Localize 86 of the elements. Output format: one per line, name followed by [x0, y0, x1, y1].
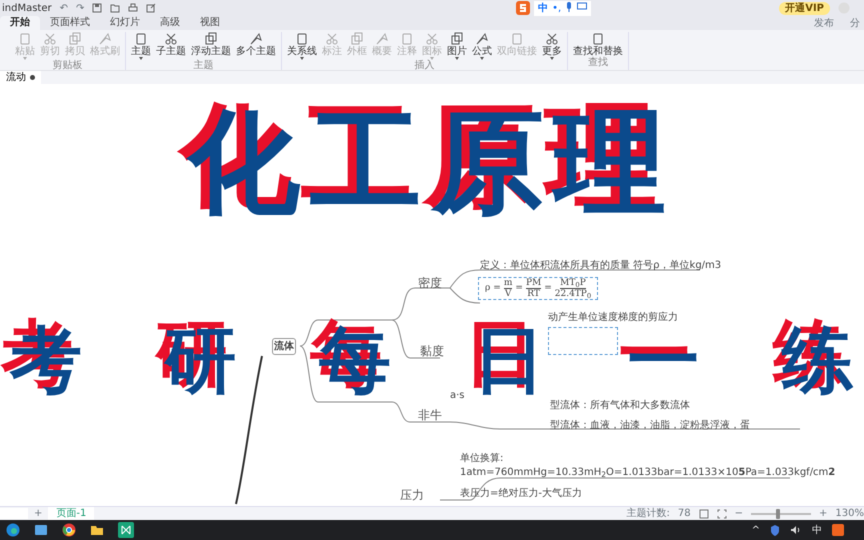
input-language[interactable]: 中	[812, 522, 822, 538]
browser-icon[interactable]	[62, 523, 76, 537]
shield-icon[interactable]	[770, 524, 780, 536]
branch-topic[interactable]: 压力	[400, 486, 424, 504]
redo-button[interactable]: ↷	[76, 0, 84, 16]
ribbon-tab[interactable]: 视图	[190, 16, 230, 30]
tray-expand-button[interactable]: ^	[752, 522, 760, 538]
ribbon-button[interactable]: 浮动主题	[189, 32, 233, 60]
subtopic-text[interactable]: 动产生单位速度梯度的剪应力	[548, 310, 678, 325]
share-button[interactable]: 分	[850, 16, 860, 30]
pen-icon	[375, 32, 389, 46]
scissors-icon	[545, 32, 559, 46]
group-label: 查找	[588, 57, 608, 68]
folder-icon[interactable]	[90, 523, 104, 537]
zoom-slider-thumb[interactable]	[776, 508, 780, 518]
pen-icon	[475, 32, 489, 46]
group-label: 插入	[414, 60, 434, 71]
ribbon-button[interactable]: 关系线	[285, 32, 319, 60]
clipboard-icon	[510, 32, 524, 46]
copy-icon	[68, 32, 82, 46]
clipboard-icon	[400, 32, 414, 46]
ribbon-button[interactable]: 公式	[470, 32, 494, 60]
volume-icon[interactable]	[790, 525, 802, 535]
photos-icon[interactable]	[34, 523, 48, 537]
branch-topic[interactable]: 密度	[418, 274, 442, 292]
keyboard-icon[interactable]	[577, 0, 588, 10]
ribbon-button[interactable]: 查找和替换	[571, 32, 625, 57]
branch-topic[interactable]: 非牛	[418, 406, 442, 424]
zoom-percent: 130%	[835, 507, 864, 521]
pen-icon	[249, 32, 263, 46]
ribbon-button[interactable]: 更多	[540, 32, 564, 60]
group-label: 剪贴板	[52, 60, 82, 71]
subtopic-text[interactable]: 1atm=760mmHg=10.33mH$_{2}$O=1.0133bar=1.0133×105Pa=1.033kgf/cm2	[460, 465, 836, 480]
root-topic[interactable]: 流体	[272, 338, 296, 355]
document-tab[interactable]: 流动	[0, 70, 41, 84]
browser-icon[interactable]	[6, 523, 20, 537]
fullscreen-icon[interactable]	[716, 508, 727, 518]
copy-icon	[450, 32, 464, 46]
window-title: indMaster	[2, 2, 52, 16]
branch-topic[interactable]: 黏度	[420, 342, 444, 360]
folder-icon[interactable]	[110, 3, 120, 13]
ribbon-button[interactable]: 子主题	[154, 32, 188, 60]
group-label: 主题	[194, 60, 214, 71]
ime-punctuation[interactable]: •,	[552, 0, 562, 16]
scissors-icon	[164, 32, 178, 46]
microphone-icon[interactable]	[565, 0, 574, 12]
overlay-title-character: 日	[473, 324, 546, 396]
ribbon-tab[interactable]: 高级	[150, 16, 190, 30]
ribbon-tab[interactable]: 幻灯片	[100, 16, 150, 30]
ribbon-tab[interactable]: 开始	[0, 16, 40, 30]
scissors-icon	[43, 32, 57, 46]
save-icon[interactable]	[92, 3, 102, 13]
mindmap-app-icon[interactable]	[118, 522, 134, 538]
clipboard-icon	[134, 32, 148, 46]
ribbon-button[interactable]: 主题	[129, 32, 153, 60]
print-icon[interactable]	[128, 3, 138, 13]
page-tab[interactable]: 页面-1	[48, 507, 94, 520]
empty-formula-box[interactable]	[548, 327, 618, 355]
scissors-icon	[425, 32, 439, 46]
copy-icon	[350, 32, 364, 46]
fit-page-icon[interactable]	[698, 508, 709, 518]
subtopic-text[interactable]: 型流体：所有气体和大多数流体	[550, 398, 690, 413]
subtopic-text[interactable]: 单位换算:	[460, 451, 504, 466]
subtopic-text[interactable]: 定义：单位体积流体所具有的质量 符号ρ，单位kg/m3	[480, 258, 722, 273]
scissors-icon	[325, 32, 339, 46]
zoom-in-button[interactable]: +	[819, 506, 828, 521]
clipboard-icon	[591, 32, 605, 46]
vip-button[interactable]: 开通VIP	[779, 2, 830, 14]
topic-count: 78	[678, 507, 691, 521]
pen-icon	[98, 32, 112, 46]
ribbon-button[interactable]: 多个主题	[234, 32, 278, 60]
clipboard-icon	[18, 32, 32, 46]
subtopic-text[interactable]: 型流体：血液，油漆，油脂，淀粉悬浮液，蛋	[550, 418, 750, 433]
topic-count-label: 主题计数:	[626, 506, 670, 521]
ribbon-button[interactable]: 图片	[445, 32, 469, 60]
subtopic-text[interactable]: a·s	[450, 388, 465, 403]
export-icon[interactable]	[146, 3, 156, 13]
publish-button[interactable]: 发布	[814, 16, 834, 30]
ribbon-tab[interactable]: 页面样式	[40, 16, 100, 30]
zoom-out-button[interactable]: −	[734, 506, 744, 521]
ime-mode[interactable]: 中	[538, 0, 548, 16]
copy-icon	[204, 32, 218, 46]
add-page-button[interactable]: +	[34, 506, 42, 521]
undo-button[interactable]: ↶	[60, 0, 68, 16]
clipboard-icon	[295, 32, 309, 46]
ime-logo-icon[interactable]	[516, 1, 530, 15]
